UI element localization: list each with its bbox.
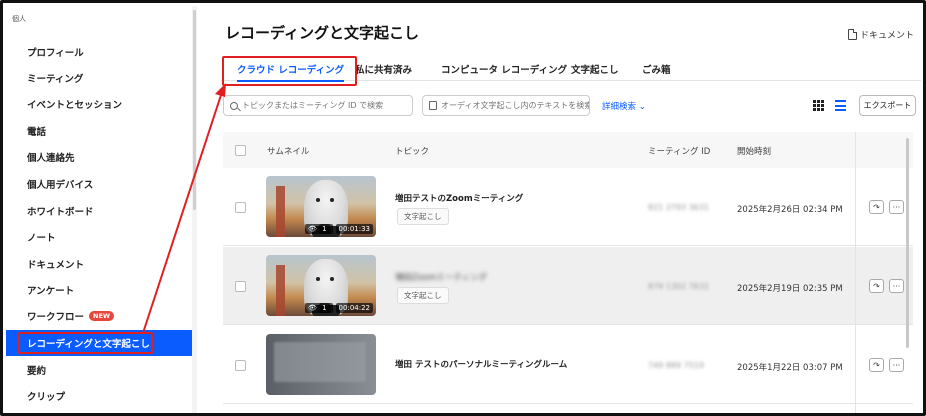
sidebar-item-label: アンケート [27,286,75,297]
tab-label: ごみ箱 [642,65,671,76]
sidebar-item-clips[interactable]: クリップ [6,383,192,409]
start-time: 2025年2月19日 02:35 PM [737,284,843,294]
recording-topic[interactable]: 増田Zoomミーティング [395,271,487,283]
tab-computer-recording[interactable]: コンピュータ レコーディング [441,57,567,81]
table-row[interactable]: 増田 テストのパーソナルミーティングルーム 749 889 7519 2025年… [223,326,913,404]
share-icon[interactable]: ↷ [869,200,884,214]
recording-thumbnail[interactable]: 👁 1 00:04:22 [266,255,376,316]
sidebar-section-label: 個人 [12,15,26,23]
sidebar-item-surveys[interactable]: アンケート [6,277,192,303]
table-row[interactable]: 👁 1 00:04:22 増田Zoomミーティング 文字起こし 879 1302… [223,247,913,325]
transcript-tag: 文字起こし [397,287,449,304]
meeting-id: 879 1302 7631 [648,282,710,291]
recording-thumbnail[interactable]: 👁 1 00:01:33 [266,176,376,237]
sidebar-item-label: プロフィール [27,48,84,59]
table-scrollbar-thumb[interactable] [906,138,909,348]
recording-thumbnail[interactable] [266,334,376,395]
sidebar-item-label: ホワイトボード [27,207,94,218]
sidebar-item-label: ワークフロー [27,312,85,323]
page-title: レコーディングと文字起こし [225,24,419,42]
tab-label: 文字起こし [571,65,619,76]
document-icon [847,29,857,40]
grid-view-icon[interactable] [813,100,824,111]
meeting-id: 749 889 7519 [648,361,704,370]
sidebar-item-notes[interactable]: ノート [6,224,192,250]
sidebar-item-events[interactable]: イベントとセッション [6,91,192,117]
row-checkbox[interactable] [235,360,246,371]
topic-search-field[interactable] [223,95,413,116]
sidebar-item-label: ミーティング [27,74,84,85]
transcript-icon [429,101,437,110]
list-view-icon[interactable] [835,100,846,111]
sidebar-item-label: 個人用デバイス [27,180,94,191]
column-divider [855,132,856,413]
sidebar-item-meetings[interactable]: ミーティング [6,65,192,91]
transcript-search-input[interactable] [441,101,589,110]
sidebar-item-profile[interactable]: プロフィール [6,39,192,65]
transcript-search-field[interactable] [422,95,590,116]
more-icon[interactable]: ··· [889,200,904,214]
topic-search-input[interactable] [242,101,412,110]
tab-transcripts[interactable]: 文字起こし [571,57,619,81]
sidebar-item-whiteboards[interactable]: ホワイトボード [6,198,192,224]
start-time: 2025年2月26日 02:34 PM [737,205,843,215]
sidebar-scrollbar-thumb[interactable] [193,10,196,210]
tab-label: コンピュータ レコーディング [441,65,568,76]
export-button[interactable]: エクスポート [859,95,916,116]
select-all-checkbox[interactable] [235,145,246,156]
start-time: 2025年1月22日 03:07 PM [737,363,843,373]
meeting-id: 821 2793 3631 [648,203,710,212]
share-icon[interactable]: ↷ [869,358,884,372]
tab-shared-with-me[interactable]: 私に共有済み [355,57,412,81]
sidebar-item-label: ドキュメント [27,260,85,271]
sidebar-item-label: ノート [27,233,56,244]
table-row[interactable]: 👁 1 00:01:33 増田テストのZoomミーティング 文字起こし 821 … [223,168,913,246]
share-icon[interactable]: ↷ [869,279,884,293]
column-header-thumbnail: サムネイル [267,147,310,157]
more-icon[interactable]: ··· [889,279,904,293]
sidebar-item-docs[interactable]: ドキュメント [6,251,192,277]
column-header-meeting-id: ミーティング ID [648,147,711,157]
column-header-topic: トピック [395,147,430,157]
recording-topic[interactable]: 増田テストのZoomミーティング [395,192,523,204]
eye-icon-views: 👁 1 [304,224,333,234]
table-scrollbar[interactable] [906,132,911,372]
sidebar-item-contacts[interactable]: 個人連絡先 [6,144,192,170]
sidebar-item-workflows[interactable]: ワークフロー NEW [6,303,192,329]
sidebar-item-phone[interactable]: 電話 [6,118,192,144]
document-link-label: ドキュメント [859,31,914,41]
sidebar-highlight-box [18,332,153,354]
sidebar-item-devices[interactable]: 個人用デバイス [6,171,192,197]
sidebar-item-label: クリップ [27,392,66,403]
duration-label: 00:04:22 [335,303,373,313]
app-frame: 個人 プロフィール ミーティング イベントとセッション 電話 個人連絡先 個人用… [0,0,926,416]
sidebar-item-label: 要約 [27,366,47,377]
search-icon [230,101,238,110]
main-content: レコーディングと文字起こし ドキュメント クラウド レコーディング 私に共有済み… [197,6,923,413]
tab-highlight-box [222,56,357,86]
column-header-start-time: 開始時刻 [737,147,772,157]
document-link[interactable]: ドキュメント [847,28,914,41]
toolbar: 詳細検索 ⌄ エクスポート [223,95,923,117]
sidebar: 個人 プロフィール ミーティング イベントとセッション 電話 個人連絡先 個人用… [6,6,192,413]
sidebar-item-label: 個人連絡先 [27,153,75,164]
table-header: サムネイル トピック ミーティング ID 開始時刻 [223,132,913,168]
advanced-search-link[interactable]: 詳細検索 ⌄ [602,100,646,112]
new-badge: NEW [89,311,115,321]
row-checkbox[interactable] [235,281,246,292]
sidebar-item-label: イベントとセッション [27,100,123,111]
more-icon[interactable]: ··· [889,358,904,372]
recording-topic[interactable]: 増田 テストのパーソナルミーティングルーム [395,358,567,370]
tab-trash[interactable]: ごみ箱 [642,57,671,81]
duration-label: 00:01:33 [335,224,373,234]
transcript-tag: 文字起こし [397,208,449,225]
row-checkbox[interactable] [235,202,246,213]
sidebar-item-summaries[interactable]: 要約 [6,357,192,383]
sidebar-item-label: 電話 [27,127,47,138]
eye-icon-views: 👁 1 [304,303,333,313]
tab-label: 私に共有済み [355,65,413,76]
